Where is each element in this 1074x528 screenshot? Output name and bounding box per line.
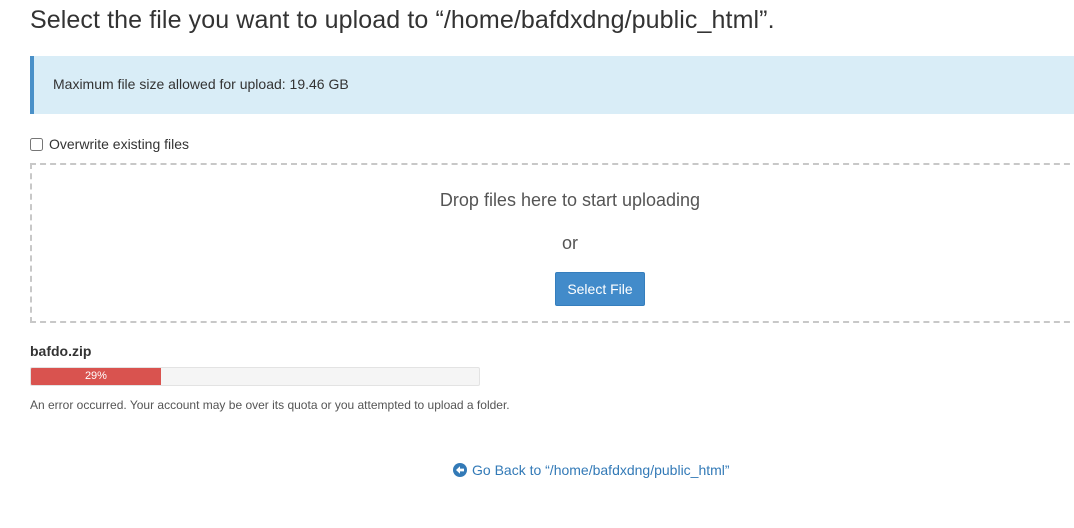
upload-error-message: An error occurred. Your account may be o… [30,398,510,412]
overwrite-checkbox[interactable] [30,137,43,151]
upload-page: Select the file you want to upload to “/… [0,0,1074,528]
max-size-text: Maximum file size allowed for upload: 19… [53,76,349,92]
uploaded-file-name: bafdo.zip [30,343,92,359]
overwrite-label: Overwrite existing files [49,136,190,152]
max-size-alert: Maximum file size allowed for upload: 19… [30,56,1074,114]
page-title: Select the file you want to upload to “/… [30,6,775,34]
upload-progress-bar: 29% [30,367,480,386]
go-back-label: Go Back to “/home/bafdxdng/public_html” [472,462,730,478]
upload-progress-fill: 29% [31,368,161,385]
or-separator: or [561,233,578,253]
arrow-circle-left-icon [453,463,467,477]
overwrite-option[interactable]: Overwrite existing files [30,134,189,154]
drop-files-text: Drop files here to start uploading [439,190,701,210]
go-back-link[interactable]: Go Back to “/home/bafdxdng/public_html” [453,462,730,478]
select-file-button[interactable]: Select File [555,272,645,306]
